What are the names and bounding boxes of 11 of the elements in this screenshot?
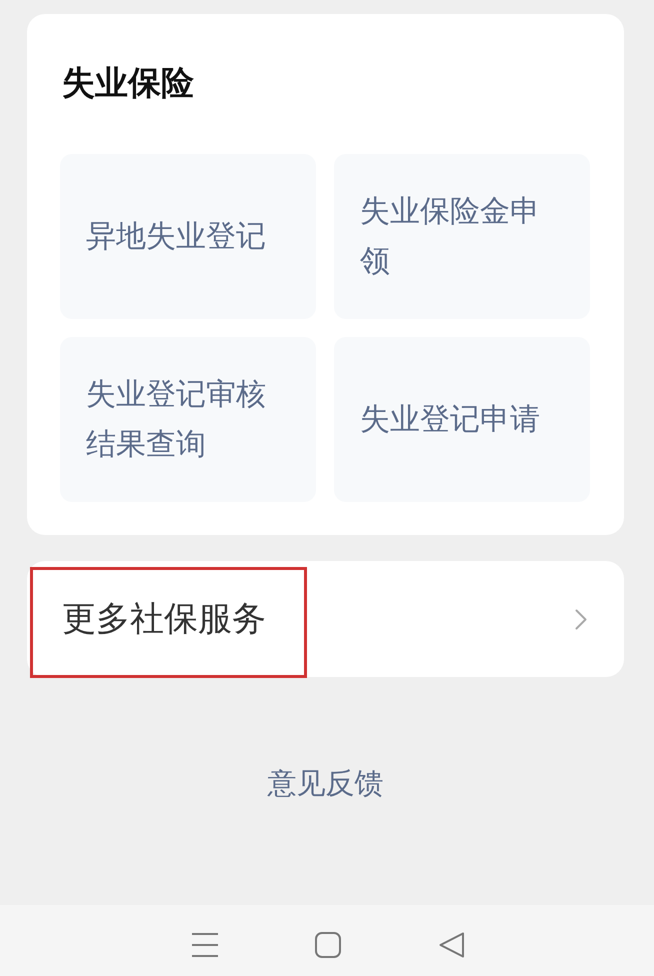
service-tile[interactable]: 异地失业登记 bbox=[60, 154, 316, 319]
service-tile[interactable]: 失业登记申请 bbox=[334, 337, 590, 502]
chevron-right-icon bbox=[575, 608, 587, 630]
home-square-icon[interactable] bbox=[315, 932, 342, 958]
feedback-link[interactable]: 意见反馈 bbox=[268, 763, 384, 803]
back-triangle-icon[interactable] bbox=[439, 932, 466, 958]
section-title: 失业保险 bbox=[61, 62, 195, 104]
menu-icon[interactable] bbox=[192, 932, 218, 958]
service-tile[interactable]: 失业登记审核结果查询 bbox=[60, 337, 316, 502]
service-tile[interactable]: 失业保险金申领 bbox=[334, 154, 590, 319]
more-services-button[interactable]: 更多社保服务 bbox=[27, 561, 624, 677]
